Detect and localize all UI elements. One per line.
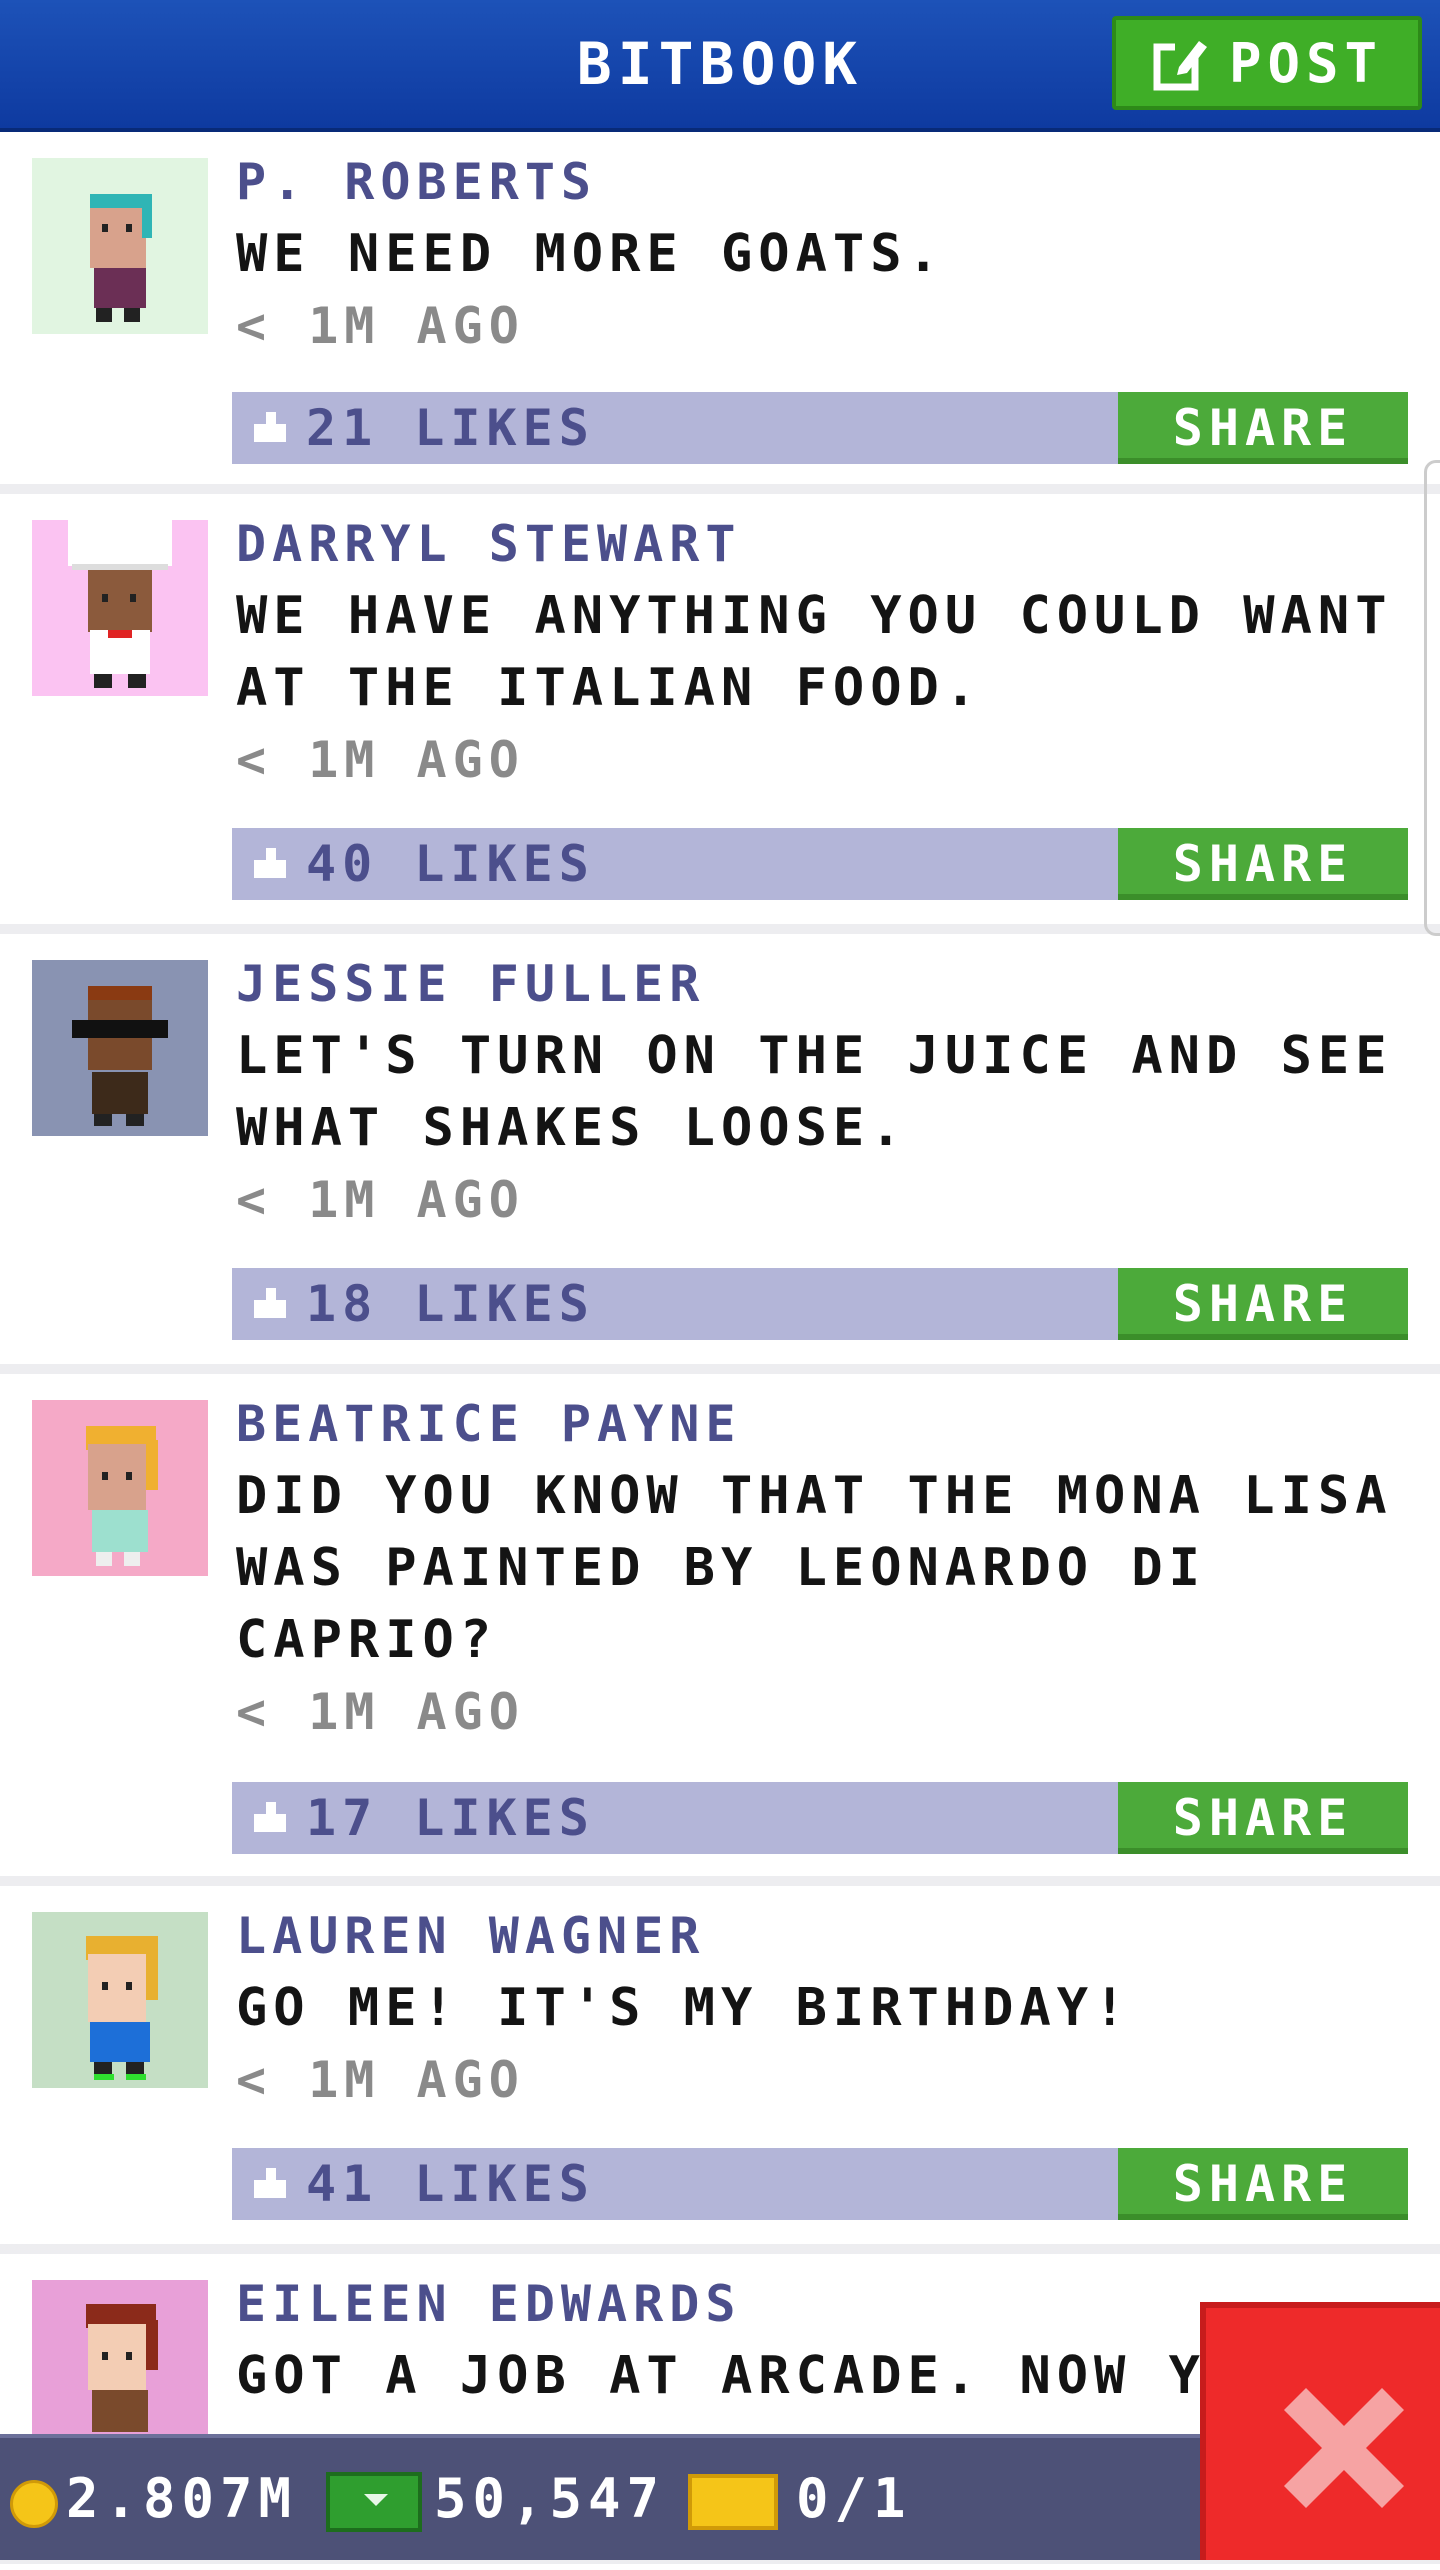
likes-count: 40 LIKES bbox=[306, 835, 595, 893]
share-button[interactable]: SHARE bbox=[1118, 828, 1408, 900]
avatar[interactable] bbox=[32, 520, 208, 696]
likes-bar[interactable]: 21 LIKES SHARE bbox=[232, 392, 1408, 464]
likes-count: 17 LIKES bbox=[306, 1789, 595, 1847]
post-item: P. ROBERTS WE NEED MORE GOATS. < 1M AGO … bbox=[0, 132, 1440, 494]
share-button[interactable]: SHARE bbox=[1118, 1268, 1408, 1340]
post-item: BEATRICE PAYNE DID YOU KNOW THAT THE MON… bbox=[0, 1374, 1440, 1886]
avatar[interactable] bbox=[32, 1912, 208, 2088]
post-button[interactable]: POST bbox=[1112, 16, 1422, 110]
likes-count: 41 LIKES bbox=[306, 2155, 595, 2213]
top-bar: BITBOOK POST bbox=[0, 0, 1440, 132]
thumbs-up-icon bbox=[254, 1802, 286, 1832]
post-message: WE NEED MORE GOATS. bbox=[236, 224, 945, 284]
likes-bar[interactable]: 41 LIKES SHARE bbox=[232, 2148, 1408, 2220]
cash-value: 50,547 bbox=[434, 2467, 666, 2530]
avatar[interactable] bbox=[32, 2280, 208, 2456]
post-message: WE HAVE ANYTHING YOU COULD WANT AT THE I… bbox=[236, 586, 1393, 718]
ticket-icon bbox=[688, 2474, 778, 2530]
post-author[interactable]: P. ROBERTS bbox=[236, 146, 1410, 218]
close-button[interactable] bbox=[1200, 2302, 1440, 2560]
post-time: < 1M AGO bbox=[236, 297, 525, 355]
close-icon bbox=[1284, 2388, 1404, 2508]
post-time: < 1M AGO bbox=[236, 731, 525, 789]
post-item: JESSIE FULLER LET'S TURN ON THE JUICE AN… bbox=[0, 934, 1440, 1374]
avatar[interactable] bbox=[32, 960, 208, 1136]
post-time: < 1M AGO bbox=[236, 1683, 525, 1741]
cash-icon bbox=[326, 2472, 422, 2532]
share-button[interactable]: SHARE bbox=[1118, 1782, 1408, 1854]
thumbs-up-icon bbox=[254, 412, 286, 442]
likes-bar[interactable]: 18 LIKES SHARE bbox=[232, 1268, 1408, 1340]
post-feed[interactable]: P. ROBERTS WE NEED MORE GOATS. < 1M AGO … bbox=[0, 132, 1440, 2564]
post-time: < 1M AGO bbox=[236, 2051, 525, 2109]
likes-bar[interactable]: 40 LIKES SHARE bbox=[232, 828, 1408, 900]
likes-count: 18 LIKES bbox=[306, 1275, 595, 1333]
post-content: BEATRICE PAYNE DID YOU KNOW THAT THE MON… bbox=[236, 1388, 1410, 1748]
share-button[interactable]: SHARE bbox=[1118, 2148, 1408, 2220]
post-author[interactable]: DARRYL STEWART bbox=[236, 508, 1410, 580]
likes-bar[interactable]: 17 LIKES SHARE bbox=[232, 1782, 1408, 1854]
thumbs-up-icon bbox=[254, 2168, 286, 2198]
post-content: P. ROBERTS WE NEED MORE GOATS. < 1M AGO bbox=[236, 146, 1410, 362]
post-content: DARRYL STEWART WE HAVE ANYTHING YOU COUL… bbox=[236, 508, 1410, 796]
post-button-label: POST bbox=[1228, 31, 1384, 95]
post-author[interactable]: BEATRICE PAYNE bbox=[236, 1388, 1410, 1460]
post-message: DID YOU KNOW THAT THE MONA LISA WAS PAIN… bbox=[236, 1466, 1393, 1670]
compose-icon bbox=[1153, 37, 1207, 91]
coins-value: 2.807M bbox=[66, 2467, 298, 2530]
scrollbar[interactable] bbox=[1424, 460, 1440, 936]
post-author[interactable]: JESSIE FULLER bbox=[236, 948, 1410, 1020]
avatar[interactable] bbox=[32, 1400, 208, 1576]
tickets-value: 0/1 bbox=[796, 2467, 912, 2530]
coin-icon bbox=[10, 2480, 58, 2528]
avatar[interactable] bbox=[32, 158, 208, 334]
post-item: DARRYL STEWART WE HAVE ANYTHING YOU COUL… bbox=[0, 494, 1440, 934]
post-time: < 1M AGO bbox=[236, 1171, 525, 1229]
post-item: LAUREN WAGNER GO ME! IT'S MY BIRTHDAY! <… bbox=[0, 1886, 1440, 2254]
post-content: LAUREN WAGNER GO ME! IT'S MY BIRTHDAY! <… bbox=[236, 1900, 1410, 2116]
post-message: LET'S TURN ON THE JUICE AND SEE WHAT SHA… bbox=[236, 1026, 1393, 1158]
thumbs-up-icon bbox=[254, 1288, 286, 1318]
post-author[interactable]: LAUREN WAGNER bbox=[236, 1900, 1410, 1972]
thumbs-up-icon bbox=[254, 848, 286, 878]
likes-count: 21 LIKES bbox=[306, 399, 595, 457]
post-message: GO ME! IT'S MY BIRTHDAY! bbox=[236, 1978, 1132, 2038]
share-button[interactable]: SHARE bbox=[1118, 392, 1408, 464]
post-content: JESSIE FULLER LET'S TURN ON THE JUICE AN… bbox=[236, 948, 1410, 1236]
